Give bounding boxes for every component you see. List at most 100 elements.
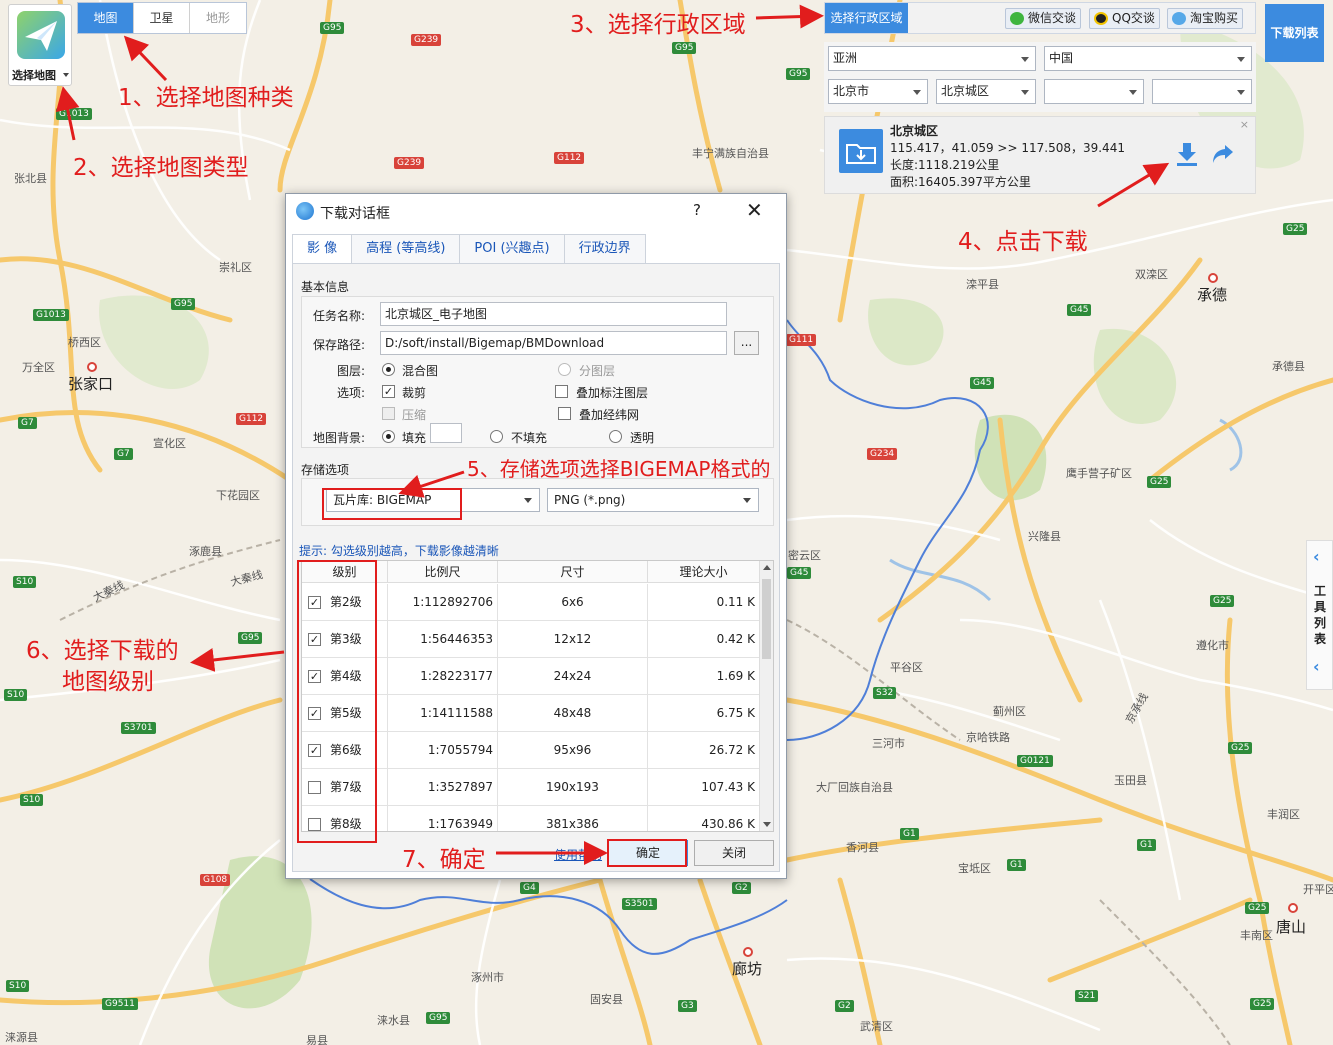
save-path-input[interactable]: D:/soft/install/Bigemap/BMDownload (380, 331, 727, 355)
country-select[interactable]: 中国 (1044, 46, 1252, 71)
dialog-titlebar[interactable]: 下载对话框 ? ✕ (286, 194, 786, 228)
overlay-grid-label: 叠加经纬网 (579, 408, 640, 422)
browse-button[interactable]: ... (734, 331, 759, 355)
overlay-label-layer-checkbox[interactable] (555, 385, 568, 398)
road-shield: G1 (900, 828, 919, 840)
size-cell: 12x12 (498, 621, 648, 658)
place-label: 易县 (306, 1034, 328, 1045)
qq-chat-button[interactable]: QQ交谈 (1089, 8, 1160, 29)
place-label: 承德 (1197, 286, 1228, 304)
scale-cell: 1:1763949 (388, 806, 498, 831)
bg-nofill-radio[interactable] (490, 430, 503, 443)
place-label: 承德县 (1272, 360, 1305, 373)
road-shield: G45 (1067, 304, 1092, 316)
bytes-cell: 26.72 K (648, 732, 760, 769)
tab-elevation[interactable]: 高程 (等高线) (351, 234, 461, 264)
continent-select[interactable]: 亚洲 (828, 46, 1036, 71)
province-select[interactable]: 北京市 (828, 79, 928, 104)
app-logo-icon (296, 202, 314, 220)
wechat-chat-button[interactable]: 微信交谈 (1005, 8, 1082, 29)
place-label: 万全区 (22, 361, 55, 374)
close-icon[interactable]: ✕ (746, 198, 763, 222)
col-header-size[interactable]: 尺寸 (498, 561, 648, 583)
place-label: 崇礼区 (219, 261, 252, 274)
download-icon[interactable] (1175, 141, 1199, 170)
select-region-tab[interactable]: 选择行政区域 (825, 3, 908, 33)
district-select[interactable]: 北京城区 (936, 79, 1036, 104)
annotation-step-6-line2: 地图级别 (62, 669, 154, 695)
place-label: 蓟州区 (993, 705, 1026, 718)
map-selector-label: 选择地图 (12, 69, 56, 82)
close-icon[interactable]: × (1240, 118, 1249, 131)
map-background-label: 地图背景: (312, 431, 365, 445)
place-label: 香河县 (846, 841, 879, 854)
place-label: 武清区 (860, 1020, 893, 1033)
tool-list-strip[interactable]: ‹ 工具列表 ‹ (1306, 540, 1333, 690)
table-scrollbar[interactable] (759, 561, 773, 831)
map-source-selector[interactable]: 选择地图 (8, 4, 72, 86)
scroll-down-icon[interactable] (763, 822, 771, 827)
compress-checkbox[interactable] (382, 407, 395, 420)
map-type-tabs: 地图 卫星 地形 (77, 2, 247, 34)
taobao-buy-button[interactable]: 淘宝购买 (1167, 8, 1244, 29)
annotation-step-2: 2、选择地图类型 (73, 155, 249, 181)
help-icon[interactable]: ? (693, 201, 701, 219)
road-shield: S10 (6, 980, 30, 992)
tab-map[interactable]: 地图 (78, 3, 134, 33)
layer-label: 图层: (336, 364, 365, 378)
bg-nofill-label: 不填充 (511, 431, 548, 445)
storage-options-title: 存储选项 (301, 463, 350, 477)
bg-transparent-radio[interactable] (609, 430, 622, 443)
tab-poi[interactable]: POI (兴趣点) (459, 234, 565, 264)
share-icon[interactable] (1211, 143, 1235, 168)
region-name: 北京城区 (890, 124, 939, 138)
place-label: 鹰手营子矿区 (1066, 467, 1132, 480)
layer-split-radio[interactable] (558, 363, 571, 376)
region-toolbar: 选择行政区域 微信交谈 QQ交谈 淘宝购买 (824, 2, 1256, 34)
col-header-bytes[interactable]: 理论大小 (648, 561, 760, 583)
close-button[interactable]: 关闭 (694, 840, 774, 866)
image-format-select[interactable]: PNG (*.png) (547, 488, 759, 512)
bg-fill-radio[interactable] (382, 430, 395, 443)
place-label: 大厂回族自治县 (816, 781, 893, 794)
road-shield: G95 (426, 1012, 451, 1024)
subdistrict-select[interactable] (1044, 79, 1144, 104)
bg-transparent-label: 透明 (630, 431, 655, 445)
help-link[interactable]: 使用帮助 (554, 846, 602, 863)
task-name-input[interactable]: 北京城区_电子地图 (380, 302, 727, 326)
download-list-button[interactable]: 下载列表 (1265, 4, 1324, 62)
road-shield: G1 (1007, 859, 1026, 871)
dialog-title: 下载对话框 (320, 206, 390, 222)
basic-info-title: 基本信息 (301, 280, 350, 294)
bytes-cell: 107.43 K (648, 769, 760, 806)
scroll-up-icon[interactable] (763, 565, 771, 570)
chevron-down-icon (63, 73, 69, 77)
place-label: 丰南区 (1240, 929, 1273, 942)
qq-icon (1094, 12, 1108, 25)
road-shield: G7 (18, 417, 37, 429)
tab-imagery[interactable]: 影 像 (292, 234, 353, 264)
fill-color-swatch[interactable] (430, 423, 462, 443)
overlay-grid-checkbox[interactable] (558, 407, 571, 420)
tab-terrain[interactable]: 地形 (190, 3, 246, 33)
road-shield: G2 (732, 882, 751, 894)
tool-list-label: 工具列表 (1314, 584, 1327, 646)
scroll-thumb[interactable] (762, 579, 771, 659)
tab-admin-boundary[interactable]: 行政边界 (563, 234, 646, 264)
place-label: 三河市 (872, 737, 905, 750)
road-shield: G25 (1250, 998, 1275, 1010)
tab-satellite[interactable]: 卫星 (134, 3, 190, 33)
crop-checkbox[interactable]: ✓ (382, 385, 395, 398)
road-shield: G239 (394, 157, 425, 169)
annotation-step-5: 5、存储选项选择BIGEMAP格式的 (467, 457, 771, 481)
town-select[interactable] (1152, 79, 1252, 104)
col-header-scale[interactable]: 比例尺 (388, 561, 498, 583)
collapse-down-icon[interactable]: ‹ (1313, 657, 1320, 676)
place-label: 涿鹿县 (189, 545, 222, 558)
road-shield: G45 (787, 567, 812, 579)
collapse-up-icon[interactable]: ‹ (1313, 547, 1320, 566)
district-value: 北京城区 (941, 84, 990, 98)
layer-mixed-radio[interactable] (382, 363, 395, 376)
annotation-step-4: 4、点击下载 (958, 229, 1088, 255)
road-shield: G239 (411, 34, 442, 46)
